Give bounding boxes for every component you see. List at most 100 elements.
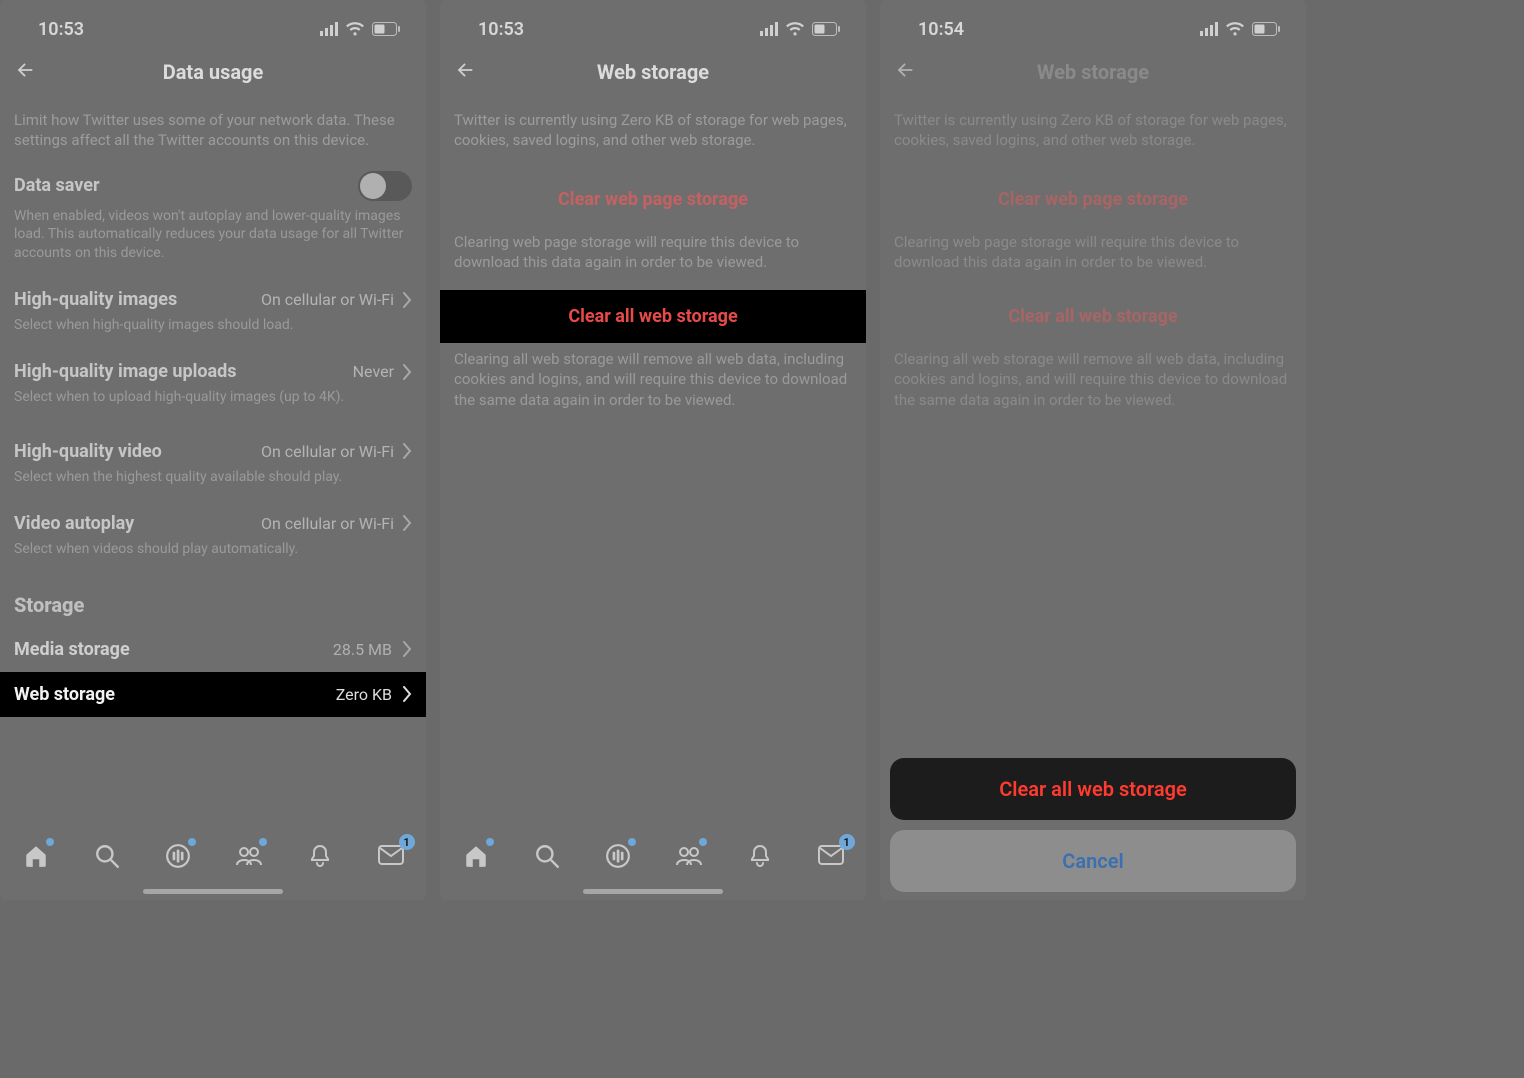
notification-dot [188, 838, 196, 846]
status-time: 10:53 [478, 19, 524, 40]
cellular-icon [1200, 22, 1218, 36]
status-time: 10:53 [38, 19, 84, 40]
back-button[interactable] [454, 59, 476, 85]
tab-notifications[interactable] [744, 840, 776, 872]
web-storage-label: Web storage [14, 684, 115, 705]
hq-video-value: On cellular or Wi-Fi [261, 442, 412, 461]
autoplay-desc: Select when videos should play automatic… [0, 540, 426, 575]
data-saver-row: Data saver [0, 161, 426, 207]
clear-all-web-storage-button: Clear all web storage [880, 290, 1306, 343]
status-icons [760, 22, 840, 37]
notification-dot [486, 838, 494, 846]
web-storage-value-text: Zero KB [336, 685, 392, 704]
hq-images-desc: Select when high-quality images should l… [0, 316, 426, 351]
battery-icon [1252, 22, 1280, 36]
storage-heading: Storage [0, 575, 426, 627]
tab-communities[interactable] [673, 840, 705, 872]
notification-dot [259, 838, 267, 846]
clear-web-page-desc: Clearing web page storage will require t… [880, 226, 1306, 291]
notification-dot [46, 838, 54, 846]
wifi-icon [1225, 22, 1245, 37]
media-storage-row[interactable]: Media storage 28.5 MB [0, 627, 426, 672]
media-storage-value-text: 28.5 MB [333, 640, 392, 659]
tab-search[interactable] [91, 840, 123, 872]
hq-images-value-text: On cellular or Wi-Fi [261, 290, 394, 309]
hq-uploads-value: Never [353, 362, 412, 381]
web-storage-value: Zero KB [336, 685, 412, 704]
hq-uploads-label: High-quality image uploads [14, 361, 237, 382]
hq-uploads-desc: Select when to upload high-quality image… [0, 388, 426, 423]
data-saver-label: Data saver [14, 175, 100, 196]
data-saver-desc: When enabled, videos won't autoplay and … [0, 207, 426, 280]
wifi-icon [785, 22, 805, 37]
clear-web-page-storage-button: Clear web page storage [880, 173, 1306, 226]
screen-data-usage: 10:53 Data usage Limit how Twitter uses … [0, 0, 426, 900]
chevron-right-icon [402, 641, 412, 657]
data-saver-toggle[interactable] [358, 171, 412, 201]
autoplay-value-text: On cellular or Wi-Fi [261, 514, 394, 533]
chevron-right-icon [402, 364, 412, 380]
hq-images-row[interactable]: High-quality images On cellular or Wi-Fi [0, 279, 426, 316]
intro-text: Limit how Twitter uses some of your netw… [0, 96, 426, 161]
clear-web-page-storage-button[interactable]: Clear web page storage [440, 173, 866, 226]
hq-uploads-row[interactable]: High-quality image uploads Never [0, 351, 426, 388]
hq-video-label: High-quality video [14, 441, 162, 462]
hq-video-desc: Select when the highest quality availabl… [0, 468, 426, 503]
screen-web-storage-confirm: 10:54 Web storage Twitter is currently u… [880, 0, 1306, 900]
chevron-right-icon [402, 443, 412, 459]
page-title: Web storage [1037, 60, 1149, 84]
hq-uploads-value-text: Never [353, 362, 394, 381]
hq-images-value: On cellular or Wi-Fi [261, 290, 412, 309]
notification-dot [699, 838, 707, 846]
cellular-icon [760, 22, 778, 36]
tab-messages[interactable]: 1 [375, 840, 407, 872]
clear-all-desc: Clearing all web storage will remove all… [880, 343, 1306, 428]
tab-messages[interactable]: 1 [815, 840, 847, 872]
status-icons [320, 22, 400, 37]
battery-icon [812, 22, 840, 36]
tab-home[interactable] [460, 840, 492, 872]
tab-spaces[interactable] [162, 840, 194, 872]
status-icons [1200, 22, 1280, 37]
page-header: Web storage [440, 48, 866, 96]
tab-notifications[interactable] [304, 840, 336, 872]
page-header: Data usage [0, 48, 426, 96]
tab-spaces[interactable] [602, 840, 634, 872]
screen-web-storage: 10:53 Web storage Twitter is currently u… [440, 0, 866, 900]
tab-home[interactable] [20, 840, 52, 872]
tab-bar: 1 [0, 828, 426, 900]
chevron-right-icon [402, 686, 412, 702]
autoplay-label: Video autoplay [14, 513, 134, 534]
cellular-icon [320, 22, 338, 36]
intro-text: Twitter is currently using Zero KB of st… [880, 96, 1306, 161]
page-header: Web storage [880, 48, 1306, 96]
status-bar: 10:53 [440, 0, 866, 48]
hq-video-row[interactable]: High-quality video On cellular or Wi-Fi [0, 423, 426, 468]
hq-images-label: High-quality images [14, 289, 177, 310]
battery-icon [372, 22, 400, 36]
hq-video-value-text: On cellular or Wi-Fi [261, 442, 394, 461]
media-storage-label: Media storage [14, 639, 130, 660]
back-button[interactable] [894, 59, 916, 85]
clear-all-web-storage-button[interactable]: Clear all web storage [440, 290, 866, 343]
home-indicator [583, 889, 723, 894]
action-sheet: Clear all web storage Cancel [890, 748, 1296, 892]
autoplay-value: On cellular or Wi-Fi [261, 514, 412, 533]
sheet-clear-all-button[interactable]: Clear all web storage [890, 758, 1296, 820]
back-button[interactable] [14, 59, 36, 85]
tab-communities[interactable] [233, 840, 265, 872]
sheet-cancel-button[interactable]: Cancel [890, 830, 1296, 892]
chevron-right-icon [402, 292, 412, 308]
status-time: 10:54 [918, 19, 964, 40]
media-storage-value: 28.5 MB [333, 640, 412, 659]
intro-text: Twitter is currently using Zero KB of st… [440, 96, 866, 161]
clear-web-page-desc: Clearing web page storage will require t… [440, 226, 866, 291]
tab-search[interactable] [531, 840, 563, 872]
chevron-right-icon [402, 515, 412, 531]
web-storage-row[interactable]: Web storage Zero KB [0, 672, 426, 717]
messages-badge: 1 [839, 834, 855, 850]
autoplay-row[interactable]: Video autoplay On cellular or Wi-Fi [0, 503, 426, 540]
status-bar: 10:53 [0, 0, 426, 48]
tab-bar: 1 [440, 828, 866, 900]
clear-all-desc: Clearing all web storage will remove all… [440, 343, 866, 428]
